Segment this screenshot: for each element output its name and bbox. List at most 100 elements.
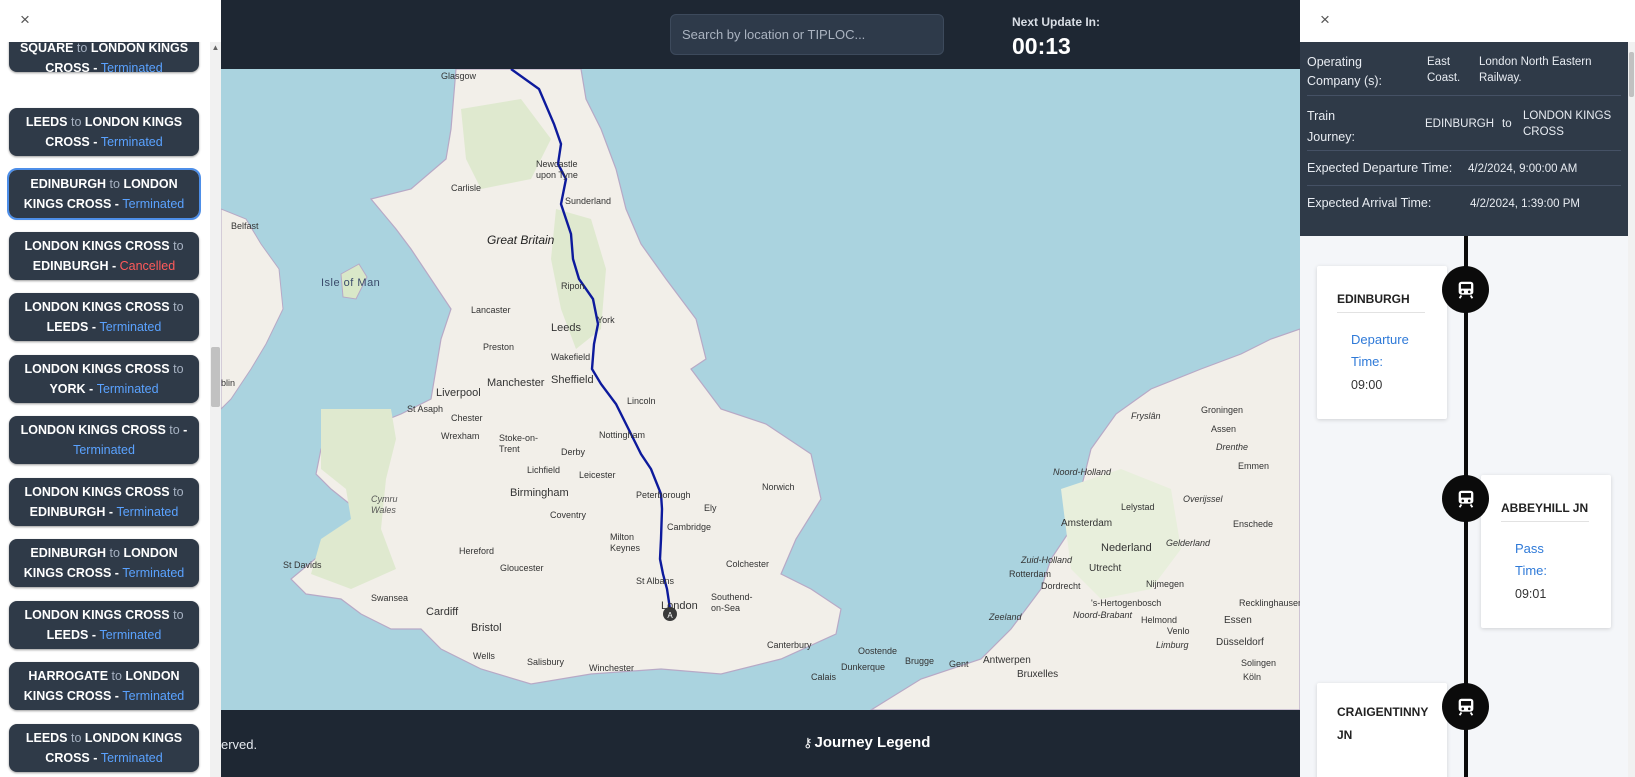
journey-card[interactable]: EDINBURGH to LONDON KINGS CROSS - Termin…	[9, 539, 199, 587]
map-view[interactable]: A Glasgow Newcastle upon Tyne Carlisle S…	[221, 69, 1300, 710]
journey-list[interactable]: BRADFORD FORSTER SQUARE to LONDON KINGS …	[0, 42, 210, 777]
journey-status: Terminated	[73, 443, 135, 457]
map-label-hertogenbosch: 's-Hertogenbosch	[1091, 598, 1162, 608]
journey-status: Terminated	[122, 689, 185, 703]
map-label-st-asaph: St Asaph	[407, 404, 444, 414]
map-label-salisbury: Salisbury	[527, 657, 565, 667]
map-label-derby: Derby	[561, 447, 586, 457]
journey-to-word: to	[106, 177, 124, 191]
journey-card[interactable]: LONDON KINGS CROSS to LEEDS - Terminated	[9, 601, 199, 649]
map-label-winchester: Winchester	[589, 663, 635, 673]
stop-card-edinburgh: EDINBURGH Departure Time: 09:00	[1317, 266, 1447, 419]
journey-destination: EDINBURGH	[32, 259, 109, 273]
journey-card[interactable]: LONDON KINGS CROSS to - Terminated	[9, 416, 199, 464]
stop-time-label: Pass Time:	[1515, 541, 1548, 578]
search-input[interactable]	[670, 14, 944, 55]
map-label-belfast: Belfast	[231, 221, 259, 231]
map-label-wakefield: Wakefield	[551, 352, 591, 362]
map-label-recklinghausen: Recklinghausen	[1239, 598, 1300, 608]
journey-card-text: HARROGATE to LONDON KINGS CROSS - Termin…	[15, 666, 193, 706]
map-label-lelystad: Lelystad	[1121, 502, 1155, 512]
journey-separator: -	[89, 61, 101, 75]
map-label-london: London	[661, 600, 698, 612]
operating-company-value-1: East Coast.	[1427, 56, 1461, 84]
close-icon[interactable]: ×	[1320, 11, 1330, 28]
map-label-amsterdam: Amsterdam	[1061, 518, 1113, 529]
map-label-dublin-partial: blin	[221, 378, 236, 388]
map-label-bristol: Bristol	[471, 622, 502, 634]
train-journey-label: Train Journey:	[1307, 109, 1355, 144]
map-label-lincoln: Lincoln	[627, 396, 656, 406]
close-icon[interactable]: ×	[20, 11, 30, 28]
map-label-koln: Köln	[1243, 672, 1262, 682]
train-icon	[1442, 683, 1489, 730]
journey-legend-label: Journey Legend	[814, 734, 931, 751]
map-label-assen: Assen	[1211, 424, 1237, 434]
scrollbar-thumb[interactable]	[1629, 52, 1634, 97]
map-label-lichfield: Lichfield	[527, 465, 561, 475]
copyright-text: erved.	[221, 737, 258, 752]
bottom-bar: erved. ⚷ Journey Legend	[221, 710, 1300, 777]
journey-card[interactable]: LEEDS to LONDON KINGS CROSS - Terminated	[9, 108, 199, 156]
map-label-southend: Southend-on-Sea	[711, 592, 753, 613]
journey-to-word: to	[108, 669, 126, 683]
journey-from: LONDON KINGS CROSS	[24, 608, 170, 622]
map-label-hereford: Hereford	[459, 546, 495, 556]
journey-card[interactable]: LONDON KINGS CROSS to EDINBURGH - Termin…	[9, 478, 199, 526]
map-label-manchester: Manchester	[487, 377, 545, 389]
journey-status: Terminated	[99, 628, 162, 642]
departure-value: 4/2/2024, 9:00:00 AM	[1468, 163, 1578, 175]
journey-card[interactable]: EDINBURGH to LONDON KINGS CROSS - Termin…	[7, 168, 201, 220]
journey-card[interactable]: LONDON KINGS CROSS to EDINBURGH - Cancel…	[9, 232, 199, 280]
scroll-up-arrow-icon[interactable]: ▲	[211, 44, 220, 52]
train-icon	[1442, 475, 1489, 522]
train-journey-to-word: to	[1502, 118, 1512, 130]
journey-card[interactable]: HARROGATE to LONDON KINGS CROSS - Termin…	[9, 662, 199, 710]
map-label-oostende: Oostende	[858, 646, 898, 656]
map-label-cardiff: Cardiff	[426, 606, 459, 618]
operating-company-label: Operating Company (s):	[1307, 55, 1383, 88]
journey-list-scrollbar[interactable]: ▲	[210, 42, 221, 777]
journey-from: LEEDS	[25, 115, 68, 129]
stop-card-craigentinny: CRAIGENTINNY JN	[1317, 683, 1447, 777]
map-label-milton-keynes: Milton Keynes	[610, 532, 641, 553]
train-marker-label: A	[667, 611, 673, 620]
map-label-drenthe: Drenthe	[1216, 442, 1249, 452]
journey-separator: -	[85, 382, 97, 396]
journey-legend-button[interactable]: ⚷ Journey Legend	[803, 734, 930, 751]
departure-label: Expected Departure Time:	[1307, 161, 1453, 175]
map-label-essen: Essen	[1224, 615, 1252, 626]
map-label-solingen: Solingen	[1241, 658, 1277, 668]
journey-card[interactable]: BRADFORD FORSTER SQUARE to LONDON KINGS …	[9, 42, 199, 75]
journey-to-word: to	[169, 239, 184, 253]
journey-from: LONDON KINGS CROSS	[24, 485, 170, 499]
map-label-newcastle: Newcastle upon Tyne	[536, 159, 578, 180]
map-label-isle-of-man: Isle of Man	[321, 277, 381, 289]
journey-card[interactable]: LONDON KINGS CROSS to YORK - Terminated	[9, 355, 199, 403]
map-label-calais: Calais	[811, 672, 837, 682]
map-label-peterborough: Peterborough	[636, 490, 691, 500]
scrollbar-thumb[interactable]	[211, 347, 220, 407]
details-scrollbar[interactable]	[1628, 42, 1635, 777]
journey-from: LONDON KINGS CROSS	[24, 362, 170, 376]
key-icon: ⚷	[803, 735, 813, 750]
journey-separator: -	[111, 566, 123, 580]
map-label-nijmegen: Nijmegen	[1146, 579, 1185, 589]
map-label-zuid-holland: Zuid-Holland	[1021, 555, 1073, 565]
map-label-dusseldorf: Düsseldorf	[1216, 637, 1264, 648]
map-label-carlisle: Carlisle	[451, 183, 482, 193]
stop-time-label: Departure Time:	[1351, 332, 1409, 369]
journey-from: EDINBURGH	[30, 546, 107, 560]
map-label-wells: Wells	[473, 651, 495, 661]
journey-separator: -	[183, 423, 188, 437]
next-update-label: Next Update In:	[1012, 15, 1101, 29]
journey-card-text: LONDON KINGS CROSS to LEEDS - Terminated	[15, 605, 193, 645]
journey-card[interactable]: LEEDS to LONDON KINGS CROSS - Terminated	[9, 724, 199, 772]
departure-row: Expected Departure Time: 4/2/2024, 9:00:…	[1307, 151, 1621, 186]
map-label-colchester: Colchester	[726, 559, 770, 569]
map-label-cambridge: Cambridge	[667, 522, 712, 532]
stop-divider	[1501, 521, 1589, 522]
operating-company-value-2: London North Eastern Railway.	[1479, 56, 1592, 84]
journey-card[interactable]: LONDON KINGS CROSS to LEEDS - Terminated	[9, 293, 199, 341]
map-label-preston: Preston	[483, 342, 515, 352]
